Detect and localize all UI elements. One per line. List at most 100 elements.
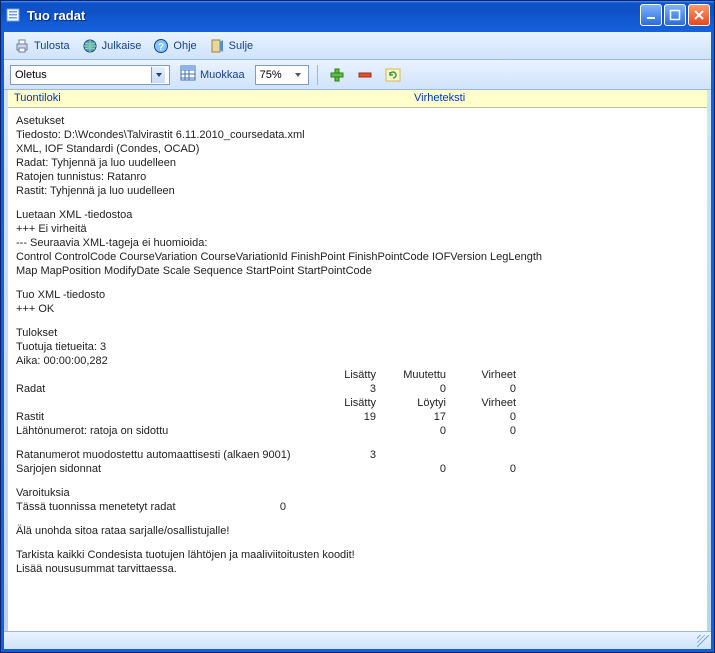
svg-text:?: ? — [158, 42, 164, 53]
grid-icon — [180, 65, 196, 84]
right-gutter — [707, 90, 711, 631]
plus-icon — [329, 67, 345, 83]
log-line: Map MapPosition ModifyDate Scale Sequenc… — [16, 264, 699, 278]
heading-read: Luetaan XML -tiedostoa — [16, 208, 699, 222]
cell: 17 — [386, 410, 456, 424]
tab-log[interactable]: Tuontiloki — [8, 90, 408, 107]
window-title: Tuo radat — [27, 8, 640, 23]
minus-icon — [357, 67, 373, 83]
log-line: Control ControlCode CourseVariation Cour… — [16, 250, 699, 264]
style-combo[interactable]: Oletus — [10, 65, 170, 85]
help-label: Ohje — [173, 40, 196, 52]
col-errors: Virheet — [456, 368, 526, 382]
document-page: Tuontiloki Virheteksti Asetukset Tiedost… — [8, 90, 707, 631]
cell: 19 — [316, 410, 386, 424]
log-line: Rastit: Tyhjennä ja luo uudelleen — [16, 184, 699, 198]
table-header: Lisätty Löytyi Virheet — [16, 396, 699, 410]
log-line: Tiedosto: D:\Wcondes\Talvirastit 6.11.20… — [16, 128, 699, 142]
toolbar-main: Tulosta Julkaise ? Ohje Sulje — [4, 32, 711, 60]
row-label: Radat — [16, 382, 316, 396]
publish-button[interactable]: Julkaise — [78, 36, 146, 56]
table-header: Lisätty Muutettu Virheet — [16, 368, 699, 382]
content-area: Tuontiloki Virheteksti Asetukset Tiedost… — [4, 90, 711, 631]
log-line: XML, IOF Standardi (Condes, OCAD) — [16, 142, 699, 156]
style-combo-value: Oletus — [15, 69, 47, 81]
separator — [317, 65, 318, 85]
zoom-value: 75% — [260, 69, 282, 81]
tab-header-row: Tuontiloki Virheteksti — [8, 90, 707, 108]
edit-label: Muokkaa — [200, 69, 245, 81]
print-label: Tulosta — [34, 40, 70, 52]
log-line: Aika: 00:00:00,282 — [16, 354, 699, 368]
heading-settings: Asetukset — [16, 114, 699, 128]
cell: 0 — [386, 382, 456, 396]
log-line: Radat: Tyhjennä ja luo uudelleen — [16, 156, 699, 170]
close-file-label: Sulje — [229, 40, 253, 52]
door-icon — [209, 38, 225, 54]
help-button[interactable]: ? Ohje — [149, 36, 200, 56]
heading-results: Tulokset — [16, 326, 699, 340]
zoom-combo[interactable]: 75% — [255, 65, 309, 85]
col-errors: Virheet — [456, 396, 526, 410]
row-label: Sarjojen sidonnat — [16, 462, 316, 476]
heading-warnings: Varoituksia — [16, 486, 699, 500]
cell: 0 — [386, 462, 456, 476]
cell: 0 — [456, 410, 526, 424]
cell: 3 — [316, 382, 386, 396]
printer-icon — [14, 38, 30, 54]
row-label: Ratanumerot muodostettu automaattisesti … — [16, 448, 316, 462]
print-button[interactable]: Tulosta — [10, 36, 74, 56]
titlebar[interactable]: Tuo radat — [1, 1, 714, 29]
window-body: Tulosta Julkaise ? Ohje Sulje — [1, 29, 714, 652]
log-line: +++ OK — [16, 302, 699, 316]
col-added: Lisätty — [316, 368, 386, 382]
tab-errors[interactable]: Virheteksti — [408, 90, 471, 107]
row-label: Rastit — [16, 410, 316, 424]
reminder-line: Älä unohda sitoa rataa sarjalle/osallist… — [16, 524, 699, 538]
publish-label: Julkaise — [102, 40, 142, 52]
table-row: Lähtönumerot: ratoja on sidottu 0 0 — [16, 424, 699, 438]
cell: 0 — [246, 500, 296, 514]
chevron-down-icon — [292, 67, 304, 83]
cell: 0 — [386, 424, 456, 438]
col-changed: Muutettu — [386, 368, 456, 382]
help-icon: ? — [153, 38, 169, 54]
log-body: Asetukset Tiedosto: D:\Wcondes\Talvirast… — [8, 108, 707, 582]
maximize-button[interactable] — [664, 4, 686, 26]
toolbar-format: Oletus Muokkaa 75% — [4, 60, 711, 90]
app-icon — [5, 7, 21, 23]
table-row: Tässä tuonnissa menetetyt radat 0 — [16, 500, 699, 514]
window-buttons — [640, 4, 710, 26]
resize-grip[interactable] — [697, 635, 709, 647]
statusbar — [4, 631, 711, 649]
log-line: Tarkista kaikki Condesista tuotujen läht… — [16, 548, 699, 562]
heading-import: Tuo XML -tiedosto — [16, 288, 699, 302]
log-line: Lisää noususummat tarvittaessa. — [16, 562, 699, 576]
add-button[interactable] — [326, 64, 348, 86]
col-found: Löytyi — [386, 396, 456, 410]
cell: 0 — [456, 382, 526, 396]
table-row: Sarjojen sidonnat 0 0 — [16, 462, 699, 476]
log-line: --- Seuraavia XML-tageja ei huomioida: — [16, 236, 699, 250]
table-row: Ratanumerot muodostettu automaattisesti … — [16, 448, 699, 462]
refresh-icon — [385, 67, 401, 83]
row-label: Tässä tuonnissa menetetyt radat — [16, 500, 246, 514]
chevron-down-icon — [151, 67, 165, 83]
cell: 3 — [316, 448, 386, 462]
cell: 0 — [456, 462, 526, 476]
row-label: Lähtönumerot: ratoja on sidottu — [16, 424, 316, 438]
minimize-button[interactable] — [640, 4, 662, 26]
log-line: +++ Ei virheitä — [16, 222, 699, 236]
table-row: Radat 3 0 0 — [16, 382, 699, 396]
cell: 0 — [456, 424, 526, 438]
col-added: Lisätty — [316, 396, 386, 410]
window: Tuo radat Tulosta — [0, 0, 715, 653]
globe-icon — [82, 38, 98, 54]
remove-button[interactable] — [354, 64, 376, 86]
edit-button[interactable]: Muokkaa — [176, 63, 249, 86]
table-row: Rastit 19 17 0 — [16, 410, 699, 424]
close-button[interactable] — [688, 4, 710, 26]
log-line: Tuotuja tietueita: 3 — [16, 340, 699, 354]
refresh-button[interactable] — [382, 64, 404, 86]
close-file-button[interactable]: Sulje — [205, 36, 257, 56]
